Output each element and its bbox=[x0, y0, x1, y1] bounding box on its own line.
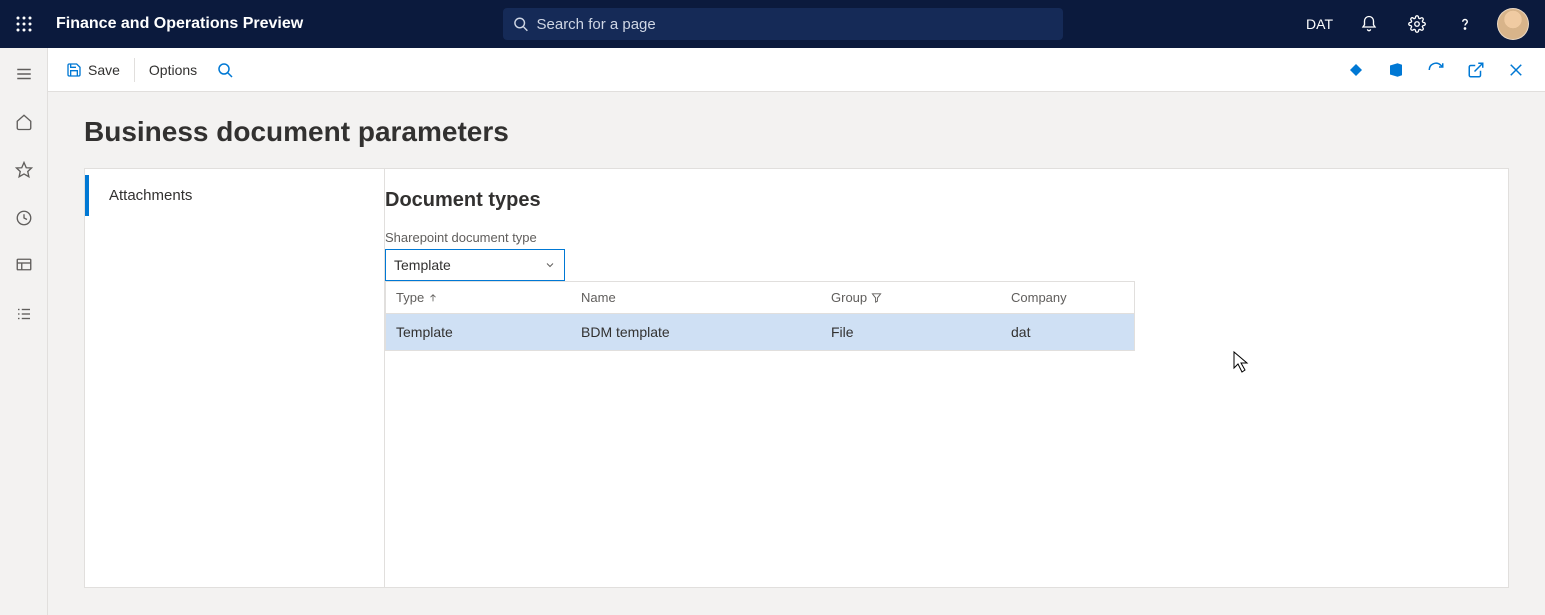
page-title: Business document parameters bbox=[84, 116, 1509, 148]
save-label: Save bbox=[88, 62, 120, 78]
save-button[interactable]: Save bbox=[56, 48, 130, 91]
help-icon[interactable] bbox=[1445, 0, 1485, 48]
company-picker[interactable]: DAT bbox=[1298, 16, 1341, 32]
field-label-sharepoint: Sharepoint document type bbox=[385, 230, 1508, 245]
recent-icon[interactable] bbox=[0, 198, 48, 238]
page-search-button[interactable] bbox=[207, 48, 243, 91]
avatar bbox=[1497, 8, 1529, 40]
user-avatar[interactable] bbox=[1493, 0, 1533, 48]
col-header-group[interactable]: Group bbox=[821, 282, 1001, 313]
sharepoint-doctype-dropdown[interactable]: Template bbox=[385, 249, 565, 281]
card-content: Document types Sharepoint document type … bbox=[385, 169, 1508, 587]
search-icon bbox=[217, 62, 233, 78]
sort-asc-icon bbox=[428, 293, 438, 303]
cell-company: dat bbox=[1001, 314, 1134, 350]
refresh-icon[interactable] bbox=[1417, 48, 1455, 92]
cell-group: File bbox=[821, 314, 1001, 350]
search-icon bbox=[513, 16, 528, 32]
main-content: Business document parameters Attachments… bbox=[48, 92, 1545, 615]
left-rail bbox=[0, 48, 48, 615]
filter-icon bbox=[871, 292, 882, 303]
dropdown-value: Template bbox=[394, 257, 451, 273]
search-input[interactable] bbox=[537, 16, 1054, 33]
table-row[interactable]: Template BDM template File dat bbox=[386, 314, 1134, 350]
chevron-down-icon bbox=[544, 259, 556, 271]
topbar: Finance and Operations Preview DAT bbox=[0, 0, 1545, 48]
workspaces-icon[interactable] bbox=[0, 246, 48, 286]
save-icon bbox=[66, 62, 82, 78]
home-icon[interactable] bbox=[0, 102, 48, 142]
actionbar: Save Options bbox=[0, 48, 1545, 92]
app-title: Finance and Operations Preview bbox=[56, 15, 303, 33]
col-header-name[interactable]: Name bbox=[571, 282, 821, 313]
global-search[interactable] bbox=[503, 8, 1063, 40]
grid-header: Type Name Group Company bbox=[386, 282, 1134, 314]
doctype-grid: Type Name Group Company Template bbox=[385, 281, 1135, 351]
col-header-company[interactable]: Company bbox=[1001, 282, 1134, 313]
cell-name: BDM template bbox=[571, 314, 821, 350]
col-header-type[interactable]: Type bbox=[386, 282, 571, 313]
settings-icon[interactable] bbox=[1397, 0, 1437, 48]
modules-icon[interactable] bbox=[0, 294, 48, 334]
nav-expand-icon[interactable] bbox=[0, 54, 48, 94]
tab-attachments[interactable]: Attachments bbox=[85, 169, 384, 222]
favorites-icon[interactable] bbox=[0, 150, 48, 190]
section-title: Document types bbox=[385, 189, 1508, 212]
options-label: Options bbox=[149, 62, 197, 78]
cell-type: Template bbox=[386, 314, 571, 350]
parameters-card: Attachments Document types Sharepoint do… bbox=[84, 168, 1509, 588]
popout-icon[interactable] bbox=[1457, 48, 1495, 92]
personalize-icon[interactable] bbox=[1337, 48, 1375, 92]
card-tabs: Attachments bbox=[85, 169, 385, 587]
app-launcher-icon[interactable] bbox=[0, 0, 48, 48]
options-button[interactable]: Options bbox=[139, 48, 207, 91]
tab-label: Attachments bbox=[109, 187, 192, 204]
separator bbox=[134, 58, 135, 82]
notifications-icon[interactable] bbox=[1349, 0, 1389, 48]
office-icon[interactable] bbox=[1377, 48, 1415, 92]
close-icon[interactable] bbox=[1497, 48, 1535, 92]
